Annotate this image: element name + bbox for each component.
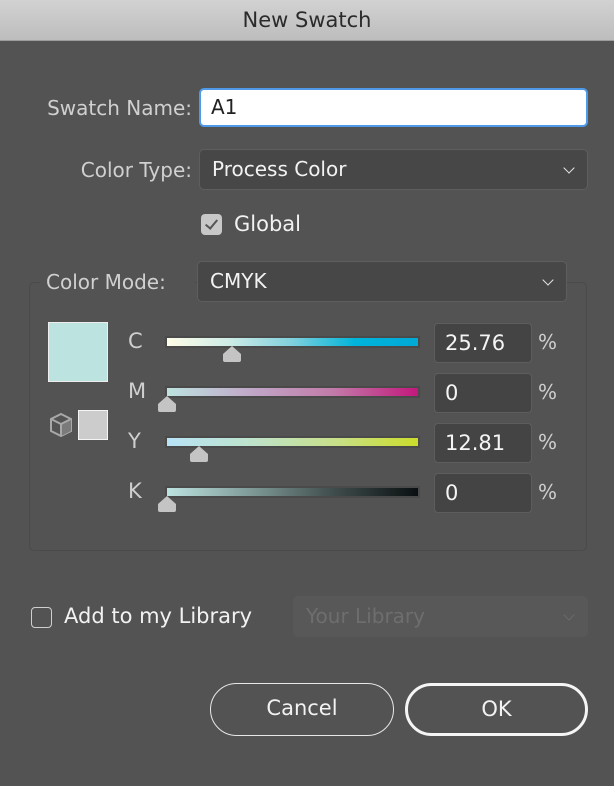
add-to-library-label: Add to my Library (64, 604, 253, 628)
percent-unit-label: % (538, 330, 558, 354)
swatch-name-label: Swatch Name: (47, 96, 192, 120)
dialog-title: New Swatch (242, 8, 372, 32)
add-to-library-checkbox[interactable] (31, 607, 52, 628)
global-checkbox[interactable] (201, 214, 222, 235)
swatch-name-input[interactable]: A1 (199, 88, 588, 127)
color-type-select[interactable]: Process Color (199, 149, 588, 190)
color-mode-value: CMYK (210, 269, 267, 293)
library-select-value: Your Library (306, 604, 425, 628)
color-mode-select[interactable]: CMYK (197, 261, 567, 302)
slider-thumb-k[interactable] (157, 496, 177, 512)
slider-track-k[interactable] (165, 486, 420, 498)
chevron-down-icon (542, 274, 554, 286)
slider-thumb-y[interactable] (189, 446, 209, 462)
chevron-down-icon (563, 162, 575, 174)
channel-value-input-y[interactable]: 12.81 (434, 423, 532, 463)
percent-unit-label: % (538, 480, 558, 504)
color-type-value: Process Color (212, 157, 347, 181)
channel-label-c: C (128, 329, 143, 353)
slider-thumb-c[interactable] (222, 346, 242, 362)
percent-unit-label: % (538, 430, 558, 454)
channel-value-input-c[interactable]: 25.76 (434, 323, 532, 363)
cancel-button[interactable]: Cancel (210, 683, 394, 736)
color-type-label: Color Type: (80, 158, 192, 182)
slider-thumb-m[interactable] (157, 396, 177, 412)
slider-track-c[interactable] (165, 336, 420, 348)
global-label: Global (234, 212, 301, 236)
slider-track-m[interactable] (165, 386, 420, 398)
channel-label-y: Y (128, 429, 141, 453)
library-select: Your Library (293, 596, 588, 637)
cube-icon[interactable] (49, 412, 73, 438)
channel-value-input-m[interactable]: 0 (434, 373, 532, 413)
color-preview-swatch (48, 322, 108, 382)
dialog-title-bar: New Swatch (0, 0, 614, 41)
color-mode-label: Color Mode: (46, 270, 166, 294)
channel-label-m: M (128, 379, 147, 403)
gamut-warning-swatch[interactable] (78, 410, 108, 440)
ok-button[interactable]: OK (405, 683, 588, 736)
percent-unit-label: % (538, 380, 558, 404)
chevron-down-icon (563, 609, 575, 621)
channel-label-k: K (128, 479, 142, 503)
channel-value-input-k[interactable]: 0 (434, 473, 532, 513)
